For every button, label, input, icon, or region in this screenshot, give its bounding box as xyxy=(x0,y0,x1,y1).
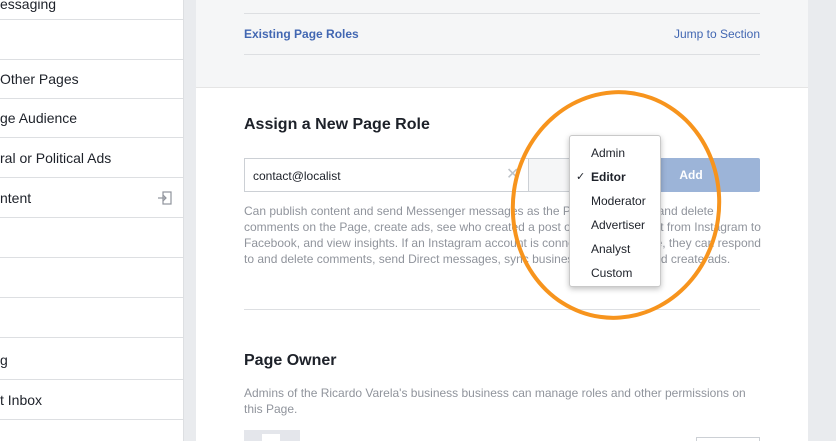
page-owner-heading: Page Owner xyxy=(244,352,337,369)
existing-roles-card: Existing Page Roles Jump to Section xyxy=(196,0,808,88)
owner-action-button[interactable] xyxy=(696,437,760,441)
settings-sidebar: essaging Other Pages ge Audience ral or … xyxy=(0,0,184,441)
role-dropdown-menu: Admin ✓ Editor Moderator Advertiser Anal… xyxy=(569,135,661,287)
sidebar-item-label: ge Audience xyxy=(0,110,78,126)
sidebar-item-label: ntent xyxy=(0,190,32,206)
page-roles-panel: Existing Page Roles Jump to Section Assi… xyxy=(196,0,808,441)
role-option-label: Admin xyxy=(591,146,626,160)
role-option-label: Advertiser xyxy=(591,218,646,232)
sidebar-item-label: g xyxy=(0,352,8,368)
sidebar-item-messaging[interactable]: essaging xyxy=(0,0,183,20)
assign-role-heading: Assign a New Page Role xyxy=(244,116,430,133)
jump-to-section-link[interactable]: Jump to Section xyxy=(674,27,760,41)
check-icon: ✓ xyxy=(576,171,586,183)
sidebar-item-inbox[interactable]: t Inbox xyxy=(0,380,183,420)
clear-icon[interactable]: ✕ xyxy=(506,167,519,183)
page-owner-description: Admins of the Ricardo Varela's business … xyxy=(244,386,746,416)
person-input[interactable]: contact@localist xyxy=(244,158,531,192)
role-option-custom[interactable]: Custom xyxy=(570,261,662,285)
sidebar-item-label: ral or Political Ads xyxy=(0,150,112,166)
sidebar-item-political-ads[interactable]: ral or Political Ads xyxy=(0,138,183,178)
role-description: Can publish content and send Messenger m… xyxy=(244,204,761,266)
sidebar-item-label: Other Pages xyxy=(0,71,79,87)
sidebar-item-blank-2[interactable] xyxy=(0,218,183,258)
role-option-label: Analyst xyxy=(591,242,631,256)
person-input-value: contact@localist xyxy=(253,169,341,183)
role-option-label: Custom xyxy=(591,266,633,280)
sidebar-item-blank-1[interactable] xyxy=(0,20,183,60)
role-option-analyst[interactable]: Analyst xyxy=(570,237,662,261)
owner-avatar-glyph xyxy=(262,434,280,441)
sidebar-item-content[interactable]: ntent xyxy=(0,178,183,218)
role-option-editor[interactable]: ✓ Editor xyxy=(570,165,662,189)
existing-page-roles-link[interactable]: Existing Page Roles xyxy=(244,27,359,41)
role-option-label: Moderator xyxy=(591,194,646,208)
sidebar-item-other-pages[interactable]: Other Pages xyxy=(0,59,183,99)
role-option-advertiser[interactable]: Advertiser xyxy=(570,213,662,237)
sidebar-item-branding[interactable]: g xyxy=(0,340,183,380)
divider xyxy=(244,13,760,14)
role-option-moderator[interactable]: Moderator xyxy=(570,189,662,213)
role-option-admin[interactable]: Admin xyxy=(570,141,662,165)
sidebar-item-label: essaging xyxy=(0,0,57,12)
enter-icon xyxy=(158,191,172,205)
sidebar-item-blank-4[interactable] xyxy=(0,298,183,338)
sidebar-item-audience[interactable]: ge Audience xyxy=(0,98,183,138)
role-option-label: Editor xyxy=(591,170,626,184)
sidebar-item-label: t Inbox xyxy=(0,392,43,408)
divider xyxy=(244,309,760,310)
sidebar-item-blank-3[interactable] xyxy=(0,258,183,298)
divider xyxy=(244,54,760,55)
